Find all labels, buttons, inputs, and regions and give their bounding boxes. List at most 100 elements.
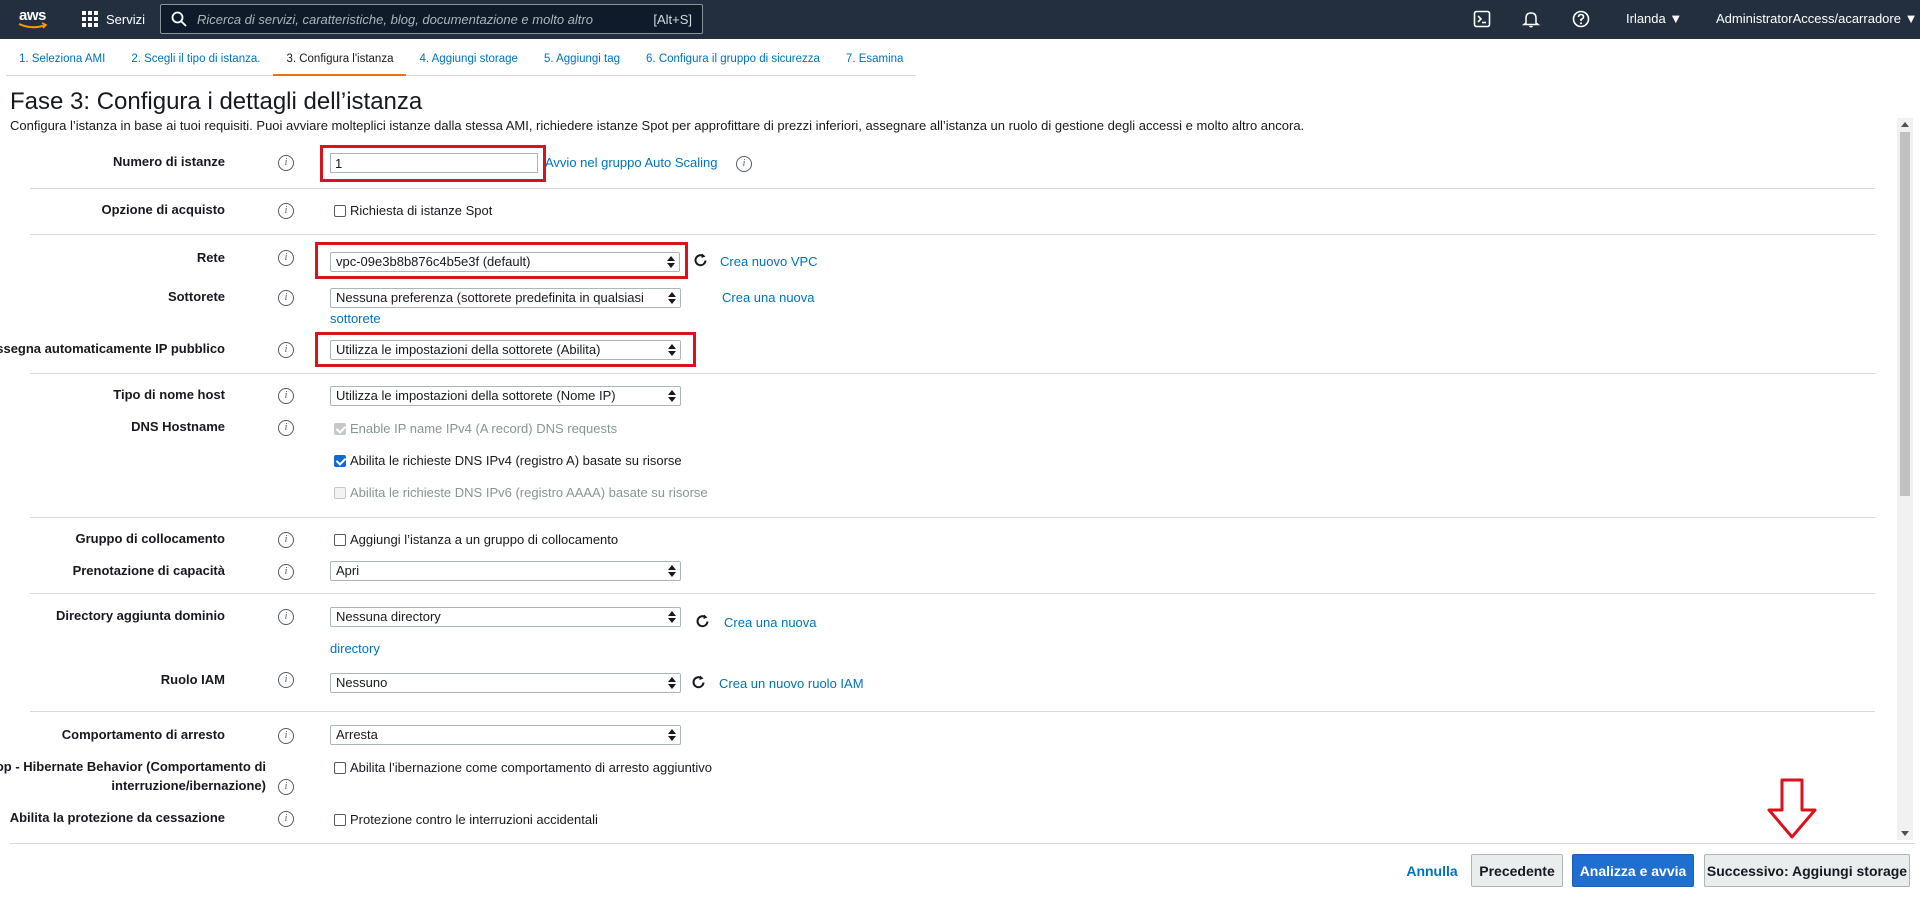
purchase-option-label: Opzione di acquisto <box>101 202 225 217</box>
previous-button[interactable]: Precedente <box>1471 854 1563 887</box>
info-icon[interactable]: i <box>278 811 294 827</box>
info-icon[interactable]: i <box>278 532 294 548</box>
network-label: Rete <box>196 250 225 265</box>
refresh-icon[interactable] <box>692 252 709 269</box>
spot-checkbox-label: Richiesta di istanze Spot <box>350 203 493 218</box>
termination-protection-checkbox[interactable]: Protezione contro le interruzioni accide… <box>334 812 598 827</box>
info-icon[interactable]: i <box>278 388 294 404</box>
vertical-scrollbar[interactable] <box>1897 118 1913 840</box>
dns-ipv4-resource-label: Abilita le richieste DNS IPv4 (registro … <box>350 453 682 468</box>
capacity-value: Apri <box>336 563 360 578</box>
placement-group-checkbox[interactable]: Aggiungi l’istanza a un gruppo di colloc… <box>334 532 618 547</box>
create-directory-link-2[interactable]: directory <box>330 641 380 656</box>
create-vpc-link[interactable]: Crea nuovo VPC <box>720 254 818 269</box>
hibernate-checkbox-label: Abilita l’ibernazione come comportamento… <box>350 760 713 775</box>
info-icon[interactable]: i <box>278 779 294 795</box>
termination-protection-label: Abilita la protezione da cessazione <box>9 810 225 825</box>
dns-hostname-label: DNS Hostname <box>131 419 225 434</box>
footer-divider <box>10 843 1915 844</box>
hibernate-checkbox[interactable]: Abilita l’ibernazione come comportamento… <box>334 760 712 775</box>
select-arrow-icon <box>668 343 676 357</box>
auto-scaling-link[interactable]: Avvio nel gruppo Auto Scaling <box>545 155 718 170</box>
auto-assign-ip-label: Assegna automaticamente IP pubblico <box>0 341 225 356</box>
checkbox-box[interactable] <box>334 204 346 217</box>
create-directory-link[interactable]: Crea una nuova <box>724 615 817 630</box>
dns-ipv4-ipname-label: Enable IP name IPv4 (A record) DNS reque… <box>350 421 618 436</box>
dns-ipv6-resource-label: Abilita le richieste DNS IPv6 (registro … <box>350 485 708 500</box>
subnet-label: Sottorete <box>167 289 225 304</box>
subnet-select[interactable]: Nessuna preferenza (sottorete predefinit… <box>330 288 681 308</box>
scroll-down-arrow-icon[interactable] <box>1901 831 1909 836</box>
info-icon[interactable]: i <box>278 155 294 171</box>
capacity-label: Prenotazione di capacità <box>72 563 225 578</box>
info-icon[interactable]: i <box>278 250 294 266</box>
placement-group-checkbox-label: Aggiungi l’istanza a un gruppo di colloc… <box>350 532 619 547</box>
auto-assign-ip-value: Utilizza le impostazioni della sottorete… <box>336 342 601 357</box>
select-arrow-icon <box>668 389 676 403</box>
scroll-up-arrow-icon[interactable] <box>1901 122 1909 127</box>
cancel-button[interactable]: Annulla <box>1402 854 1462 887</box>
capacity-select[interactable]: Apri <box>330 561 681 581</box>
select-arrow-icon <box>668 676 676 690</box>
info-icon[interactable]: i <box>278 564 294 580</box>
subnet-value: Nessuna preferenza (sottorete predefinit… <box>336 290 644 305</box>
dns-ipv6-resource-checkbox: Abilita le richieste DNS IPv6 (registro … <box>334 485 708 500</box>
red-arrow-annotation-icon <box>1767 778 1817 839</box>
domain-dir-value: Nessuna directory <box>336 609 441 624</box>
checkbox-box <box>334 486 346 499</box>
hibernate-label: Stop - Hibernate Behavior (Comportamento… <box>0 759 266 793</box>
shutdown-behavior-label: Comportamento di arresto <box>61 727 225 742</box>
select-arrow-icon <box>668 610 676 624</box>
info-icon[interactable]: i <box>736 156 752 172</box>
divider <box>30 234 1875 235</box>
hostname-type-label: Tipo di nome host <box>113 387 225 402</box>
info-icon[interactable]: i <box>278 420 294 436</box>
divider <box>30 517 1875 518</box>
checkbox-box[interactable] <box>334 533 346 546</box>
checkbox-box <box>334 422 346 435</box>
create-subnet-link-2[interactable]: sottorete <box>330 311 381 326</box>
domain-dir-select[interactable]: Nessuna directory <box>330 607 681 627</box>
dns-ipv4-resource-checkbox[interactable]: Abilita le richieste DNS IPv4 (registro … <box>334 453 682 468</box>
create-iam-role-link[interactable]: Crea un nuovo ruolo IAM <box>719 676 864 691</box>
num-instances-input[interactable] <box>330 153 538 173</box>
num-instances-label: Numero di istanze <box>113 154 225 169</box>
create-subnet-link[interactable]: Crea una nuova <box>722 290 815 305</box>
info-icon[interactable]: i <box>278 203 294 219</box>
info-icon[interactable]: i <box>278 342 294 358</box>
auto-assign-ip-select[interactable]: Utilizza le impostazioni della sottorete… <box>330 340 681 360</box>
info-icon[interactable]: i <box>278 728 294 744</box>
checkbox-box[interactable] <box>334 761 346 774</box>
info-icon[interactable]: i <box>278 290 294 306</box>
select-arrow-icon <box>667 255 675 269</box>
info-icon[interactable]: i <box>278 609 294 625</box>
hostname-type-value: Utilizza le impostazioni della sottorete… <box>336 388 616 403</box>
review-launch-button[interactable]: Analizza e avvia <box>1572 854 1694 887</box>
select-arrow-icon <box>668 728 676 742</box>
iam-role-value: Nessuno <box>336 675 388 690</box>
checkbox-box[interactable] <box>334 454 346 467</box>
shutdown-behavior-value: Arresta <box>336 727 378 742</box>
iam-role-select[interactable]: Nessuno <box>330 673 681 693</box>
divider <box>30 188 1875 189</box>
divider <box>30 373 1875 374</box>
refresh-icon[interactable] <box>694 613 711 630</box>
dns-ipv4-ipname-checkbox: Enable IP name IPv4 (A record) DNS reque… <box>334 421 617 436</box>
select-arrow-icon <box>668 564 676 578</box>
info-icon[interactable]: i <box>278 672 294 688</box>
instance-details-form: Numero di istanze i Avvio nel gruppo Aut… <box>0 0 1880 840</box>
hostname-type-select[interactable]: Utilizza le impostazioni della sottorete… <box>330 386 681 406</box>
termination-protection-checkbox-label: Protezione contro le interruzioni accide… <box>350 812 598 827</box>
select-arrow-icon <box>668 291 676 305</box>
next-add-storage-button[interactable]: Successivo: Aggiungi storage <box>1704 854 1910 887</box>
placement-group-label: Gruppo di collocamento <box>75 531 225 546</box>
domain-dir-label: Directory aggiunta dominio <box>55 608 225 623</box>
spot-checkbox[interactable]: Richiesta di istanze Spot <box>334 203 492 218</box>
refresh-icon[interactable] <box>690 674 707 691</box>
divider <box>30 593 1875 594</box>
scrollbar-thumb[interactable] <box>1900 132 1910 496</box>
network-value: vpc-09e3b8b876c4b5e3f (default) <box>336 254 531 269</box>
checkbox-box[interactable] <box>334 813 346 826</box>
network-select[interactable]: vpc-09e3b8b876c4b5e3f (default) <box>330 252 680 272</box>
shutdown-behavior-select[interactable]: Arresta <box>330 725 681 745</box>
